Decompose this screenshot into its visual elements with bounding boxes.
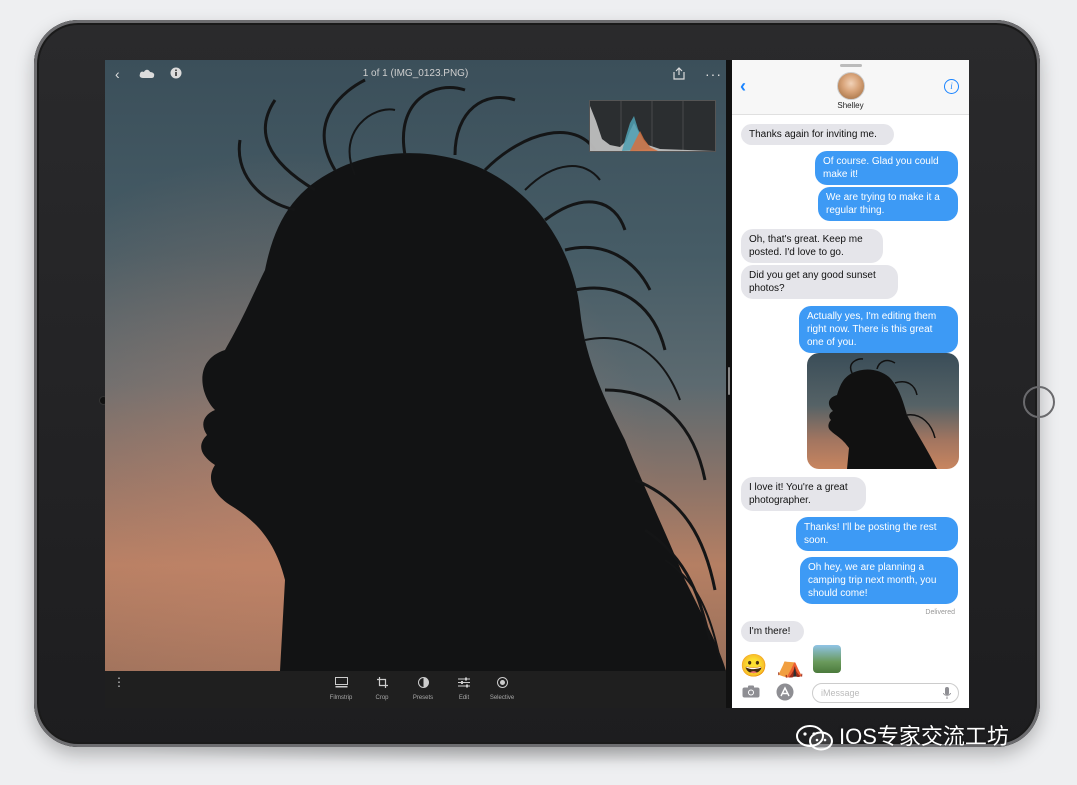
message-bubble-incoming: Oh, that's great. Keep me posted. I'd lo… [741, 229, 883, 263]
filmstrip-icon [321, 677, 361, 691]
more-icon[interactable]: ··· [705, 67, 722, 81]
wechat-icon [796, 725, 833, 751]
presets-icon [403, 677, 443, 691]
slide-over-grabber[interactable] [840, 64, 862, 67]
conversation-header: ‹ Shelley i [732, 60, 969, 115]
ipad-screen: ‹ 1 of 1 (IMG_0123.PNG) ··· ⋮ Filmstrip … [105, 60, 969, 708]
avatar[interactable] [837, 72, 865, 100]
selective-icon [482, 677, 522, 691]
tool-selective[interactable]: Selective [482, 677, 522, 701]
microphone-icon[interactable] [943, 687, 951, 699]
home-button[interactable] [1023, 386, 1055, 418]
contact-name: Shelley [837, 101, 864, 110]
tool-filmstrip[interactable]: Filmstrip [321, 677, 361, 701]
back-chevron-icon[interactable]: ‹ [740, 76, 746, 97]
crop-icon [362, 677, 402, 691]
message-bubble-incoming: I love it! You're a great photographer. [741, 477, 866, 511]
editor-top-bar: ‹ 1 of 1 (IMG_0123.PNG) ··· [105, 60, 726, 90]
tool-crop[interactable]: Crop [362, 677, 402, 701]
watermark: IOS专家交流工坊 [795, 720, 1009, 754]
message-bubble-outgoing: Thanks! I'll be posting the rest soon. [796, 517, 958, 551]
message-bubble-incoming: Did you get any good sunset photos? [741, 265, 898, 299]
sidebar-menu-icon[interactable]: ⋮ [113, 676, 125, 688]
message-bubble-outgoing: We are trying to make it a regular thing… [818, 187, 958, 221]
editor-bottom-toolbar: ⋮ Filmstrip Crop Presets Edit Selective [105, 671, 726, 708]
photo-editor-pane: ‹ 1 of 1 (IMG_0123.PNG) ··· ⋮ Filmstrip … [105, 60, 726, 708]
tool-edit[interactable]: Edit [444, 677, 484, 701]
photo-title: 1 of 1 (IMG_0123.PNG) [362, 68, 469, 79]
split-view-handle[interactable] [728, 367, 730, 395]
details-info-icon[interactable]: i [944, 79, 959, 94]
camera-icon[interactable] [742, 685, 760, 698]
message-input-bar: iMessage [732, 680, 969, 708]
message-bubble-incoming: I'm there! [741, 621, 804, 642]
edit-sliders-icon [444, 677, 484, 691]
imessage-text-field[interactable]: iMessage [812, 683, 959, 703]
message-bubble-outgoing: Actually yes, I'm editing them right now… [799, 306, 958, 353]
tool-presets[interactable]: Presets [403, 677, 443, 701]
message-photo-attachment[interactable] [807, 353, 959, 469]
message-bubble-outgoing: Oh hey, we are planning a camping trip n… [800, 557, 958, 604]
message-bubble-incoming: Thanks again for inviting me. [741, 124, 894, 145]
message-bubble-outgoing: Of course. Glad you could make it! [815, 151, 958, 185]
messages-pane: ‹ Shelley i Thanks again for inviting me… [732, 60, 969, 708]
smiley-sticker-icon[interactable]: 😀 [740, 652, 768, 680]
mountain-photo-sticker-icon[interactable] [812, 645, 841, 673]
app-store-icon[interactable] [776, 683, 794, 701]
campfire-tent-sticker-icon[interactable]: ⛺ [776, 652, 804, 680]
share-icon[interactable] [673, 67, 685, 82]
delivered-status: Delivered [925, 609, 955, 616]
histogram-panel [589, 100, 716, 152]
sticker-row: 😀 ⛺ [740, 645, 845, 680]
watermark-text: IOS专家交流工坊 [839, 724, 1009, 749]
imessage-placeholder: iMessage [821, 688, 860, 698]
